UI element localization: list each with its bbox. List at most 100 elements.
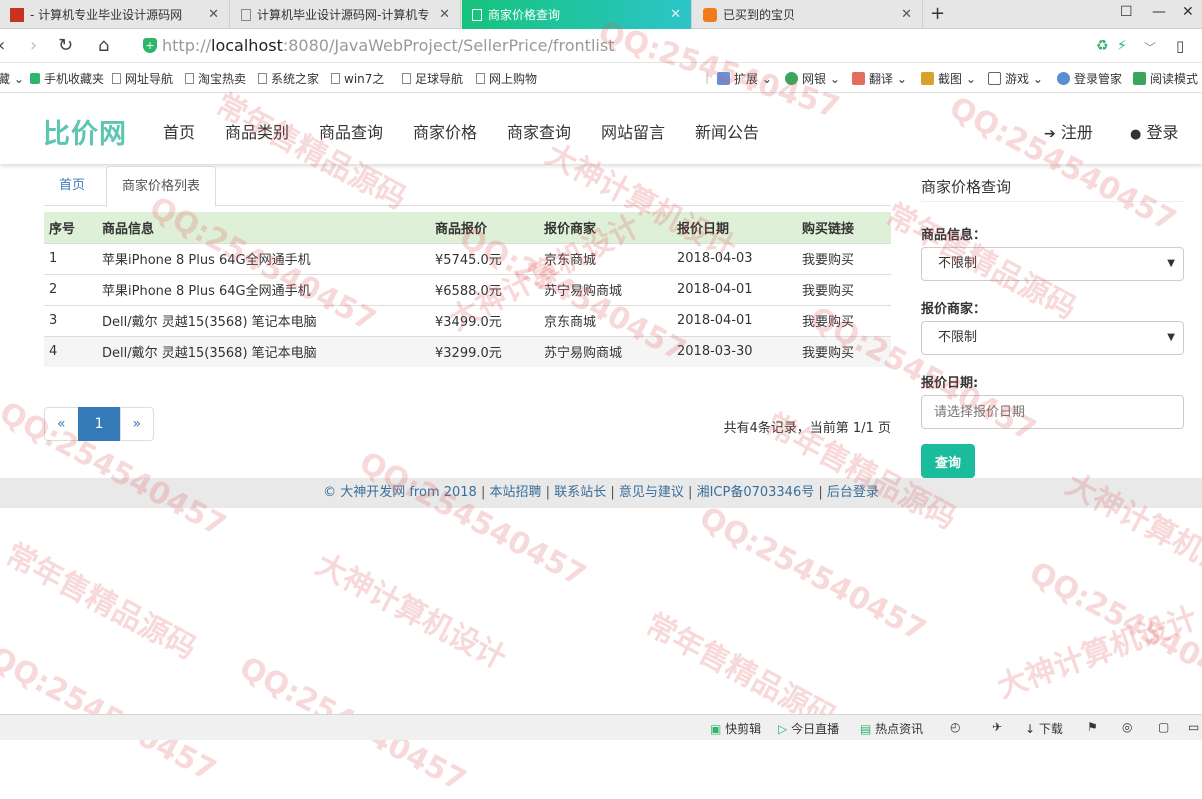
reload-icon[interactable]: ↻ xyxy=(58,35,73,56)
row-number: 1 xyxy=(44,242,97,274)
close-icon[interactable]: ✕ xyxy=(670,7,681,22)
buy-link[interactable]: 我要购买 xyxy=(797,273,891,305)
restore-icon[interactable]: ☐ xyxy=(1120,4,1133,20)
register-link[interactable]: ➔ 注册 xyxy=(1044,119,1093,143)
seller-select[interactable]: 不限制 ▼ xyxy=(921,321,1184,355)
video-icon: ▣ xyxy=(710,722,722,736)
window-icon[interactable]: ▢ xyxy=(1158,720,1169,734)
bank-icon xyxy=(785,72,798,85)
screenshot-tool[interactable]: 截图 ⌄ xyxy=(921,70,976,87)
lightning-icon[interactable]: ⚡ xyxy=(1117,38,1127,54)
close-icon[interactable]: ✕ xyxy=(208,7,219,22)
nav-guestbook[interactable]: 网站留言 xyxy=(601,119,665,143)
buy-link[interactable]: 我要购买 xyxy=(797,304,891,336)
browser-tab-active[interactable]: 商家价格查询 ✕ xyxy=(462,0,692,29)
extensions-tool[interactable]: 扩展 ⌄ xyxy=(717,70,772,87)
address-bar: ‹ › ↻ ⌂ + http://localhost:8080/JavaWebP… xyxy=(0,29,1202,63)
close-icon[interactable]: ✕ xyxy=(435,7,450,22)
prev-page-button[interactable]: « xyxy=(44,407,79,441)
watermark-text: QQ:254540457 xyxy=(353,445,592,594)
date-input[interactable] xyxy=(921,395,1184,429)
page-1-button[interactable]: 1 xyxy=(77,407,121,441)
quick-edit-tool[interactable]: ▣ 快剪辑 xyxy=(710,720,761,737)
quote-date: 2018-04-03 xyxy=(672,242,797,274)
column-header: 购买链接 xyxy=(797,212,891,243)
translate-tool[interactable]: 翻译 ⌄ xyxy=(852,70,907,87)
query-button[interactable]: 查询 xyxy=(921,444,975,478)
close-icon[interactable]: ✕ xyxy=(901,7,912,22)
tab-seller-price-list[interactable]: 商家价格列表 xyxy=(106,166,217,207)
url-field[interactable]: http://localhost:8080/JavaWebProject/Sel… xyxy=(162,36,614,55)
key-icon xyxy=(1057,72,1070,85)
product-select-value: 不限制 xyxy=(938,256,978,271)
bookmark-item[interactable]: 足球导航 xyxy=(402,70,463,87)
footer-link-admin[interactable]: 后台登录 xyxy=(827,485,879,500)
next-page-button[interactable]: » xyxy=(119,407,155,441)
recycle-icon[interactable]: ♻ xyxy=(1096,38,1109,54)
close-window-icon[interactable]: ✕ xyxy=(1182,4,1194,20)
site-favicon-icon xyxy=(10,7,24,22)
login-link[interactable]: ● 登录 xyxy=(1130,119,1178,143)
new-tab-icon[interactable]: + xyxy=(930,3,945,24)
bookmarks-bar: 藏 ⌄ 手机收藏夹 网址导航 淘宝热卖 系统之家 win7之 足球导航 网上购物… xyxy=(0,63,1202,93)
buy-link[interactable]: 我要购买 xyxy=(797,242,891,274)
bookmark-item[interactable]: 手机收藏夹 xyxy=(30,70,104,87)
tab-home[interactable]: 首页 xyxy=(44,166,100,206)
browser-tab[interactable]: - 计算机专业毕业设计源码网 ✕ xyxy=(0,0,230,29)
bookmark-item[interactable]: 网址导航 xyxy=(112,70,173,87)
ebank-tool[interactable]: 网银 ⌄ xyxy=(785,70,840,87)
site-footer: © 大神开发网 from 2018 | 本站招聘 | 联系站长 | 意见与建议 … xyxy=(0,478,1202,508)
product-info: 苹果iPhone 8 Plus 64G全网通手机 xyxy=(97,242,430,274)
nav-seller-search[interactable]: 商家查询 xyxy=(507,119,571,143)
rocket-icon[interactable]: ✈ xyxy=(992,720,1002,734)
product-info: Dell/戴尔 灵越15(3568) 笔记本电脑 xyxy=(97,304,430,336)
row-number: 3 xyxy=(44,304,97,336)
nav-home[interactable]: 首页 xyxy=(163,119,195,143)
footer-link-icp[interactable]: 湘ICP备0703346号 xyxy=(697,485,815,500)
column-header: 序号 xyxy=(44,212,97,243)
nav-seller-price[interactable]: 商家价格 xyxy=(413,119,477,143)
flag-icon[interactable]: ⚑ xyxy=(1087,720,1098,734)
footer-link-feedback[interactable]: 意见与建议 xyxy=(619,485,684,500)
nav-product-search[interactable]: 商品查询 xyxy=(319,119,383,143)
news-tool[interactable]: ▤ 热点资讯 xyxy=(860,720,923,737)
translate-icon xyxy=(852,72,865,85)
games-tool[interactable]: 游戏 ⌄ xyxy=(988,70,1043,87)
buy-link[interactable]: 我要购买 xyxy=(797,335,891,367)
speed-icon[interactable]: ◴ xyxy=(950,720,960,734)
footer-link-contact[interactable]: 联系站长 xyxy=(554,485,606,500)
bookmark-item[interactable]: 藏 ⌄ xyxy=(0,70,24,87)
product-label: 商品信息： xyxy=(921,228,987,243)
extension-icon xyxy=(717,72,730,85)
phone-icon[interactable]: ▯ xyxy=(1176,37,1184,55)
bookmark-item[interactable]: 淘宝热卖 xyxy=(185,70,246,87)
nav-product-category[interactable]: 商品类别 xyxy=(225,119,289,143)
tab-title: 计算机毕业设计源码网-计算机专 xyxy=(257,8,430,22)
browser-icon[interactable]: ◎ xyxy=(1122,720,1132,734)
bookmark-item[interactable]: win7之 xyxy=(331,70,384,87)
site-logo[interactable]: 比价网 xyxy=(43,112,127,151)
column-header: 商品信息 xyxy=(97,212,430,243)
browser-tab-strip: - 计算机专业毕业设计源码网 ✕ 计算机毕业设计源码网-计算机专 ✕ 商家价格查… xyxy=(0,0,1202,29)
download-tool[interactable]: ↓ 下载 xyxy=(1025,720,1063,737)
reading-mode-tool[interactable]: 阅读模式 xyxy=(1133,70,1198,87)
live-tool[interactable]: ▷ 今日直播 xyxy=(778,720,839,737)
browser-tab[interactable]: 计算机毕业设计源码网-计算机专 ✕ xyxy=(231,0,461,29)
minimize-icon[interactable]: — xyxy=(1152,4,1166,20)
bookmark-item[interactable]: 网上购物 xyxy=(476,70,537,87)
back-icon[interactable]: ‹ xyxy=(0,35,5,56)
footer-link-jobs[interactable]: 本站招聘 xyxy=(490,485,542,500)
browser-tab[interactable]: 已买到的宝贝 ✕ xyxy=(693,0,923,29)
chevron-down-icon[interactable]: ﹀ xyxy=(1144,39,1156,56)
book-icon xyxy=(1133,72,1146,85)
bookmark-item[interactable]: 系统之家 xyxy=(258,70,319,87)
forward-icon[interactable]: › xyxy=(30,35,37,56)
home-icon[interactable]: ⌂ xyxy=(98,35,109,56)
login-manager-tool[interactable]: 登录管家 xyxy=(1057,70,1122,87)
more-icon[interactable]: ▭ xyxy=(1188,720,1199,734)
nav-news[interactable]: 新闻公告 xyxy=(695,119,759,143)
quote-date: 2018-03-30 xyxy=(672,335,797,367)
play-icon: ▷ xyxy=(778,722,788,736)
product-select[interactable]: 不限制 ▼ xyxy=(921,247,1184,281)
page-icon xyxy=(185,73,194,84)
